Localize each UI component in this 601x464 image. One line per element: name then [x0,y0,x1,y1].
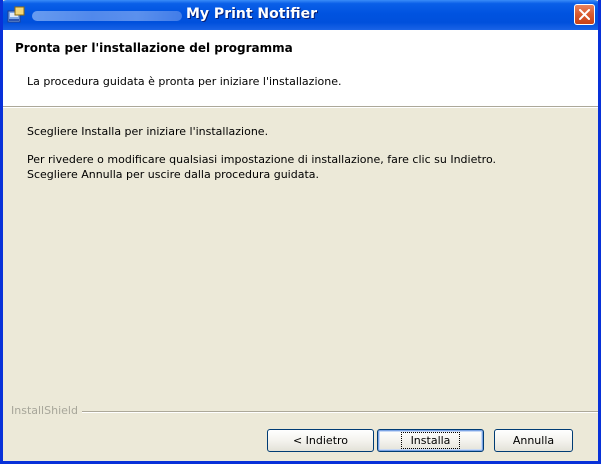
page-title: Pronta per l'installazione del programma [15,41,293,55]
installshield-brand: InstallShield [11,404,82,417]
title-redacted-prefix [32,11,182,21]
title-bar[interactable]: My Print Notifier [3,0,598,30]
close-icon [579,9,590,20]
installer-window: My Print Notifier Pronta per l'installaz… [0,0,601,464]
header-panel: Pronta per l'installazione del programma… [3,30,598,106]
window-title: My Print Notifier [186,6,318,22]
footer-separator [11,411,598,413]
instruction-cancel: Scegliere Annulla per uscire dalla proce… [27,168,319,181]
installer-app-icon [7,6,25,23]
cancel-button-label: Annulla [512,434,555,447]
instruction-install: Scegliere Installa per iniziare l'instal… [27,125,269,138]
cancel-button[interactable]: Annulla [494,429,573,452]
close-button[interactable] [574,4,595,25]
instruction-back: Per rivedere o modificare qualsiasi impo… [27,153,496,166]
install-button-label: Installa [400,432,461,449]
page-subtitle: La procedura guidata è pronta per inizia… [27,75,342,88]
header-separator [3,106,598,108]
back-button-label: < Indietro [292,434,349,447]
install-button[interactable]: Installa [377,429,484,452]
back-button[interactable]: < Indietro [267,429,374,452]
